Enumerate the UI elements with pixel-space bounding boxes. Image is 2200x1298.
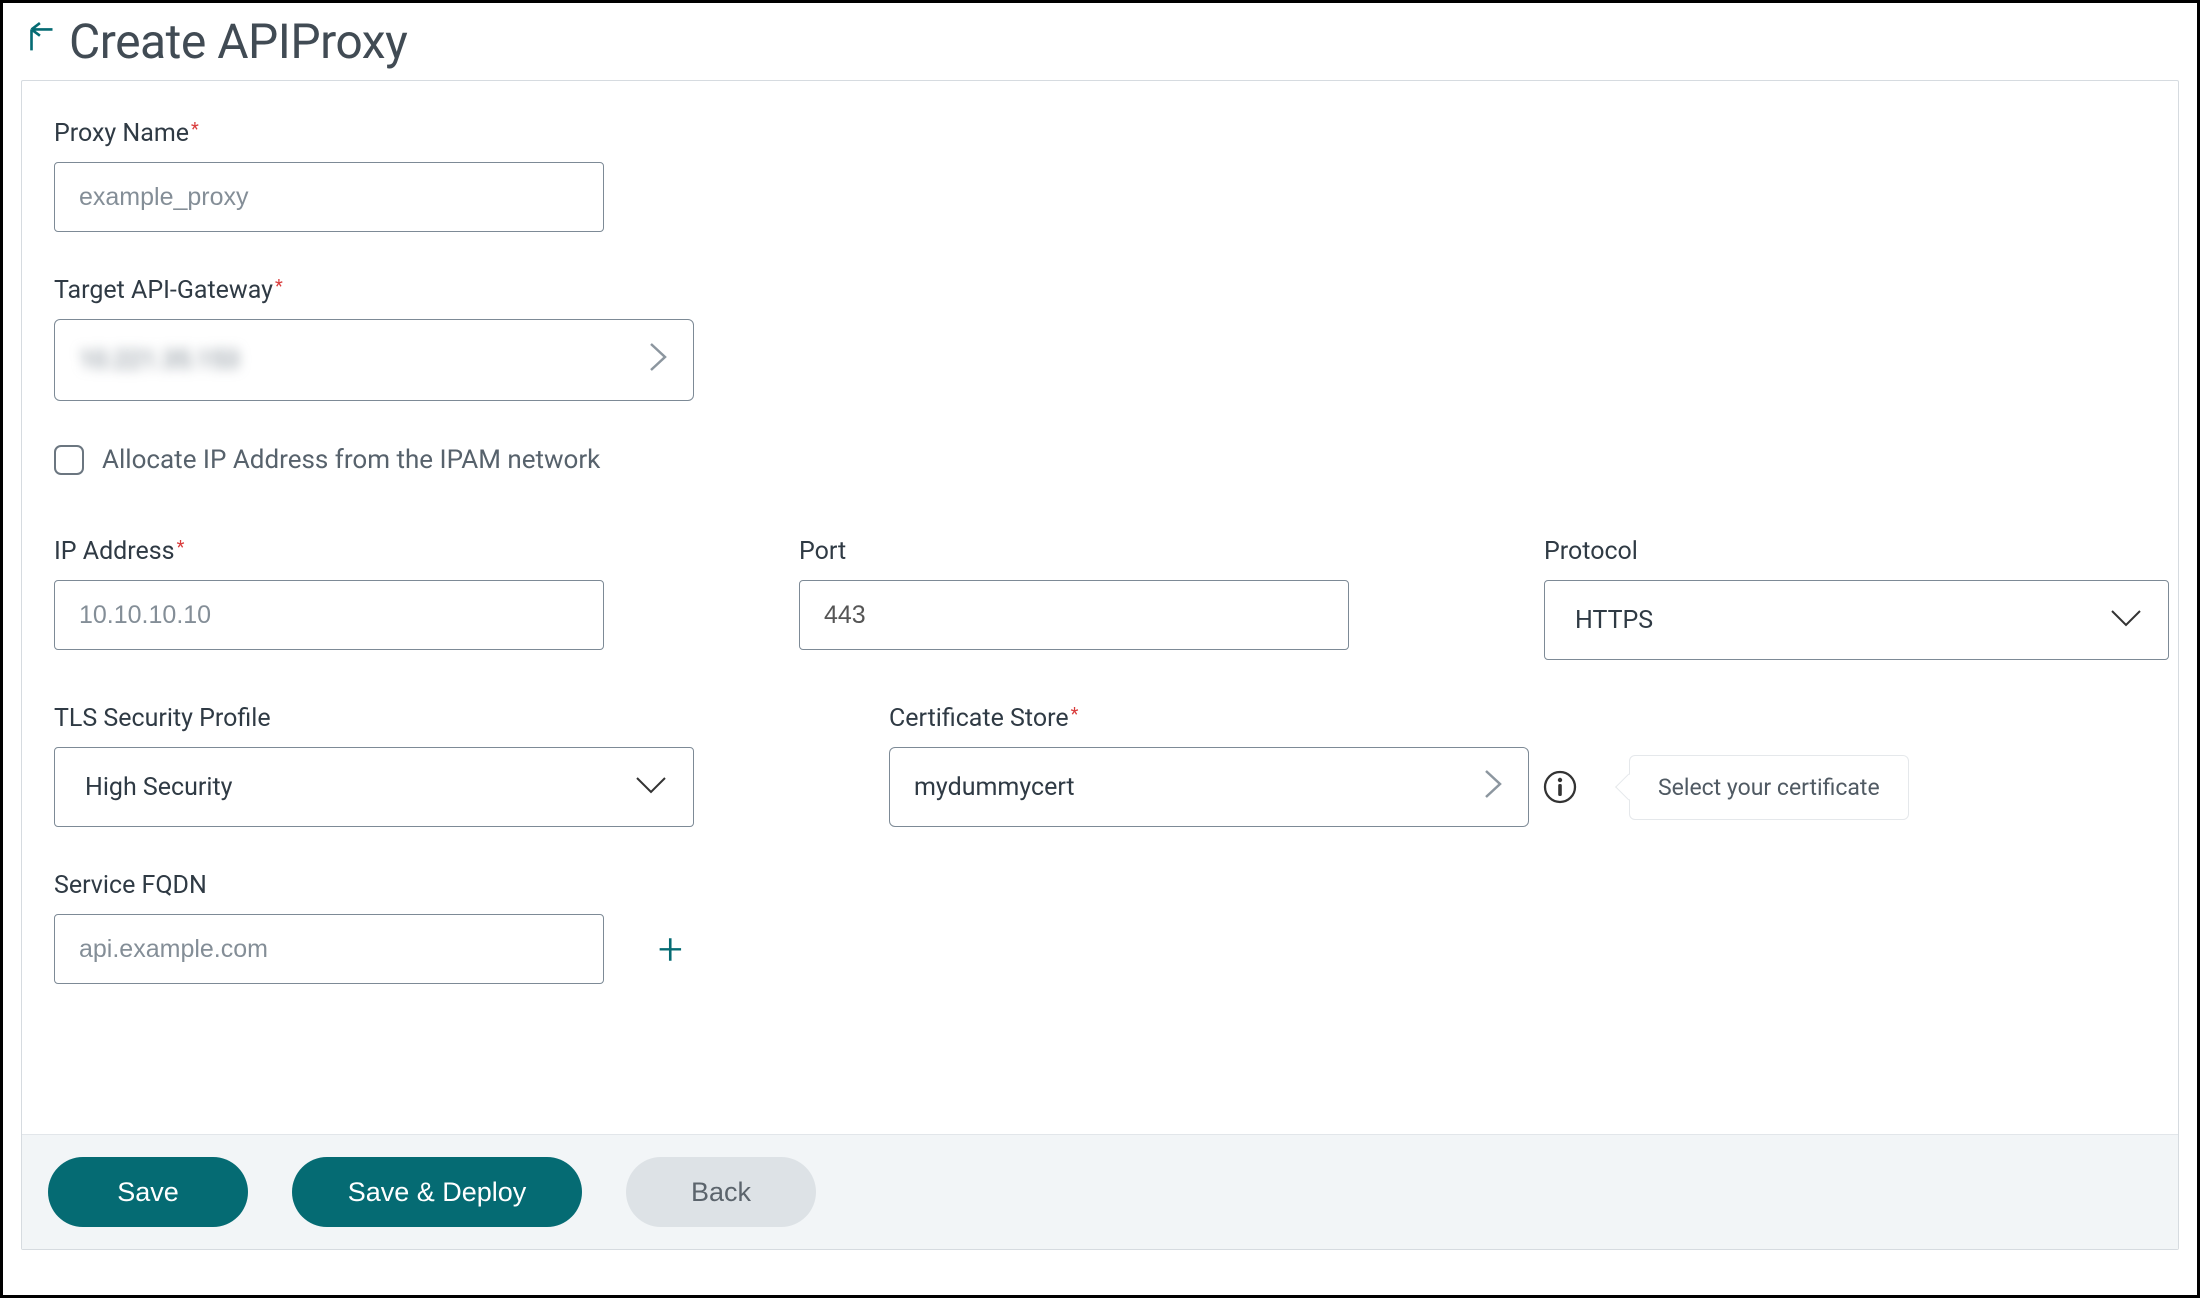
required-star-icon: *: [191, 119, 199, 140]
field-ip-address: IP Address*: [54, 537, 604, 660]
protocol-value: HTTPS: [1575, 606, 1653, 635]
back-arrow-icon[interactable]: [21, 21, 63, 63]
cert-store-select[interactable]: mydummycert: [889, 747, 1529, 827]
allocate-ipam-checkbox[interactable]: [54, 445, 84, 475]
back-button[interactable]: Back: [626, 1157, 816, 1227]
ip-address-label-text: IP Address: [54, 537, 175, 566]
cert-store-label: Certificate Store*: [889, 704, 1909, 733]
cert-store-hint: Select your certificate: [1629, 755, 1909, 820]
target-gateway-select[interactable]: 10.221.35.153: [54, 319, 694, 401]
proxy-name-input[interactable]: [54, 162, 604, 232]
ip-address-input[interactable]: [54, 580, 604, 650]
footer-bar: Save Save & Deploy Back: [22, 1134, 2178, 1249]
form-panel: Proxy Name* Target API-Gateway* 10.221.3…: [21, 80, 2179, 1250]
field-proxy-name: Proxy Name*: [54, 119, 2146, 232]
field-tls-profile: TLS Security Profile High Security: [54, 704, 694, 827]
info-icon[interactable]: [1543, 770, 1577, 804]
page-header: Create APIProxy: [21, 13, 2179, 70]
target-gateway-label-text: Target API-Gateway: [54, 276, 273, 305]
required-star-icon: *: [177, 537, 185, 558]
ip-address-label: IP Address*: [54, 537, 604, 566]
required-star-icon: *: [1071, 704, 1079, 725]
chevron-right-icon: [647, 340, 669, 381]
chevron-down-icon: [2108, 605, 2144, 636]
required-star-icon: *: [275, 276, 283, 297]
save-button[interactable]: Save: [48, 1157, 248, 1227]
row-tls-cert: TLS Security Profile High Security Certi…: [54, 704, 2146, 827]
target-gateway-value: 10.221.35.153: [79, 346, 239, 375]
tls-profile-label: TLS Security Profile: [54, 704, 694, 733]
row-ip-port-protocol: IP Address* Port Protocol HTTPS: [54, 537, 2146, 660]
field-cert-store: Certificate Store* mydummycert Select yo…: [889, 704, 1909, 827]
protocol-label: Protocol: [1544, 537, 2169, 566]
field-protocol: Protocol HTTPS: [1544, 537, 2169, 660]
cert-store-label-text: Certificate Store: [889, 704, 1069, 733]
protocol-select[interactable]: HTTPS: [1544, 580, 2169, 660]
chevron-right-icon: [1482, 767, 1504, 808]
page-title: Create APIProxy: [69, 13, 407, 70]
allocate-ipam-label[interactable]: Allocate IP Address from the IPAM networ…: [102, 445, 600, 475]
port-label: Port: [799, 537, 1349, 566]
proxy-name-label: Proxy Name*: [54, 119, 2146, 148]
proxy-name-label-text: Proxy Name: [54, 119, 189, 148]
tls-profile-select[interactable]: High Security: [54, 747, 694, 827]
allocate-ipam-row: Allocate IP Address from the IPAM networ…: [54, 445, 2146, 475]
chevron-down-icon: [633, 772, 669, 803]
port-input[interactable]: [799, 580, 1349, 650]
field-port: Port: [799, 537, 1349, 660]
cert-store-value: mydummycert: [914, 773, 1075, 802]
service-fqdn-input[interactable]: [54, 914, 604, 984]
field-target-gateway: Target API-Gateway* 10.221.35.153: [54, 276, 2146, 401]
service-fqdn-label: Service FQDN: [54, 871, 2146, 900]
field-service-fqdn: Service FQDN +: [54, 871, 2146, 984]
target-gateway-label: Target API-Gateway*: [54, 276, 2146, 305]
save-deploy-button[interactable]: Save & Deploy: [292, 1157, 582, 1227]
tls-profile-value: High Security: [85, 773, 232, 802]
add-fqdn-plus-icon[interactable]: +: [658, 923, 683, 975]
